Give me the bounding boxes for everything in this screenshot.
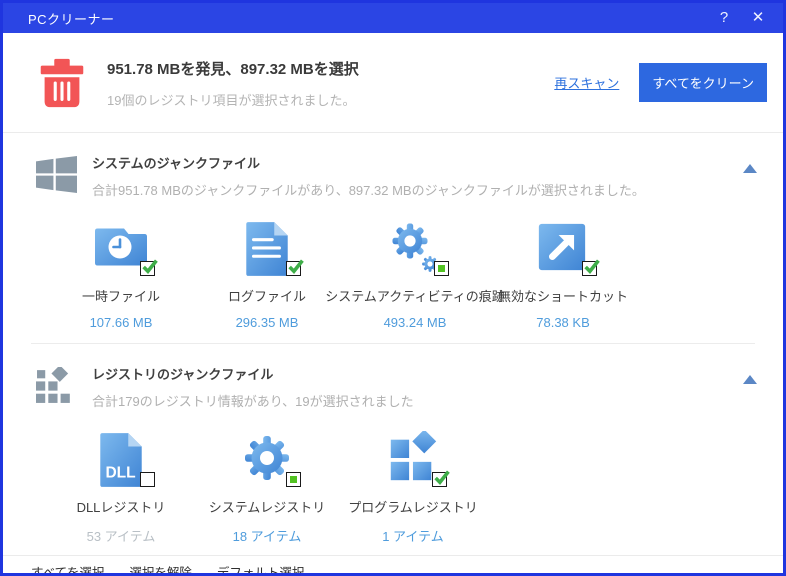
item-label: 無効なショートカット	[497, 289, 628, 304]
select-all-link[interactable]: すべてを選択	[31, 562, 104, 574]
item-count-value: 18 アイテム	[232, 529, 302, 544]
item-temp-files[interactable]: 一時ファイル 107.66 MB	[48, 220, 194, 330]
item-size-value: 78.38 KB	[536, 315, 590, 330]
item-dll-registry[interactable]: DLL DLLレジストリ 53 アイテム	[48, 431, 194, 545]
deselect-link[interactable]: 選択を解除	[129, 562, 192, 574]
temp-folder-icon	[93, 220, 158, 276]
summary-header: 951.78 MBを発見、897.32 MBを選択 19個のレジストリ項目が選択…	[3, 33, 783, 133]
checkbox-checked[interactable]	[432, 470, 450, 487]
collapse-arrow-icon[interactable]	[743, 164, 757, 173]
section-system-junk: システムのジャンクファイル 合計951.78 MBのジャンクファイルがあり、89…	[3, 133, 783, 340]
item-label: 一時ファイル	[81, 289, 160, 304]
system-junk-items: 一時ファイル 107.66 MB ログファイル 296.35 MB システムアク…	[36, 199, 757, 340]
item-size-value: 107.66 MB	[89, 315, 153, 330]
clean-all-button[interactable]: すべてをクリーン	[639, 63, 767, 102]
titlebar: PCクリーナー ? ✕	[3, 3, 783, 33]
dll-file-icon: DLL	[93, 431, 155, 487]
log-file-icon	[239, 220, 304, 276]
section-registry-junk: レジストリのジャンクファイル 合計179のレジストリ情報があり、19が選択されま…	[3, 344, 783, 555]
gears-icon	[387, 220, 449, 276]
collapse-arrow-icon[interactable]	[743, 375, 757, 384]
checkbox-checked[interactable]	[140, 259, 158, 276]
item-label: ログファイル	[227, 289, 306, 304]
gear-icon	[239, 431, 301, 487]
help-icon[interactable]: ?	[707, 3, 741, 33]
selection-footer: すべてを選択 選択を解除 デフォルト選択	[3, 555, 783, 574]
checkbox-unchecked[interactable]	[140, 472, 155, 487]
close-icon[interactable]: ✕	[741, 3, 775, 33]
item-system-activity-traces[interactable]: システムアクティビティの痕跡 493.24 MB	[325, 220, 505, 330]
registry-junk-items: DLL DLLレジストリ 53 アイテム システムレジストリ 18 アイテム プ…	[36, 410, 757, 555]
default-selection-link[interactable]: デフォルト選択	[217, 562, 305, 574]
item-invalid-shortcuts[interactable]: 無効なショートカット 78.38 KB	[490, 220, 636, 330]
section-subtitle: 合計179のレジストリ情報があり、19が選択されました	[92, 394, 414, 409]
section-registry-junk-header: レジストリのジャンクファイル 合計179のレジストリ情報があり、19が選択されま…	[36, 361, 757, 410]
item-count-value: 53 アイテム	[86, 529, 156, 544]
item-count-value: 1 アイテム	[382, 529, 444, 544]
window-title: PCクリーナー	[28, 11, 115, 27]
content-area: システムのジャンクファイル 合計951.78 MBのジャンクファイルがあり、89…	[3, 133, 783, 555]
section-system-junk-header: システムのジャンクファイル 合計951.78 MBのジャンクファイルがあり、89…	[36, 150, 757, 199]
header-text: 951.78 MBを発見、897.32 MBを選択 19個のレジストリ項目が選択…	[107, 56, 554, 109]
registry-icon	[36, 365, 77, 404]
item-system-registry[interactable]: システムレジストリ 18 アイテム	[194, 431, 340, 545]
checkbox-partial[interactable]	[286, 472, 301, 487]
item-size-value: 493.24 MB	[383, 315, 447, 330]
windows-logo-icon	[36, 156, 77, 193]
section-titles: システムのジャンクファイル 合計951.78 MBのジャンクファイルがあり、89…	[92, 150, 743, 199]
item-label: DLLレジストリ	[76, 500, 166, 515]
item-label: プログラムレジストリ	[348, 500, 478, 515]
section-subtitle: 合計951.78 MBのジャンクファイルがあり、897.32 MBのジャンクファ…	[92, 183, 645, 198]
section-title: システムのジャンクファイル	[92, 156, 260, 171]
checkbox-checked[interactable]	[286, 259, 304, 276]
section-title: レジストリのジャンクファイル	[92, 367, 274, 382]
item-label: システムレジストリ	[208, 500, 326, 515]
item-program-registry[interactable]: プログラムレジストリ 1 アイテム	[340, 429, 486, 545]
program-registry-icon	[385, 429, 450, 487]
pc-cleaner-window: PCクリーナー ? ✕ 951.78 MBを発見、897.32 MBを選択 19…	[0, 0, 786, 576]
shortcut-icon	[535, 220, 600, 276]
item-label: システムアクティビティの痕跡	[325, 289, 505, 304]
trash-icon	[33, 53, 91, 113]
scan-result-title: 951.78 MBを発見、897.32 MBを選択	[107, 61, 359, 78]
checkbox-partial[interactable]	[434, 261, 449, 276]
item-size-value: 296.35 MB	[235, 315, 299, 330]
rescan-link[interactable]: 再スキャン	[554, 73, 619, 92]
section-titles: レジストリのジャンクファイル 合計179のレジストリ情報があり、19が選択されま…	[92, 361, 743, 410]
item-log-files[interactable]: ログファイル 296.35 MB	[194, 220, 340, 330]
svg-text:DLL: DLL	[105, 465, 135, 482]
scan-result-subtitle: 19個のレジストリ項目が選択されました。	[107, 93, 356, 108]
checkbox-checked[interactable]	[582, 259, 600, 276]
